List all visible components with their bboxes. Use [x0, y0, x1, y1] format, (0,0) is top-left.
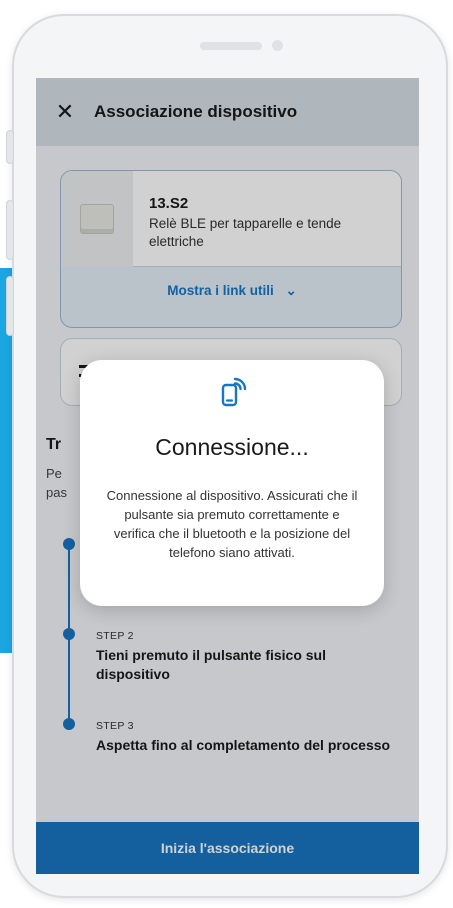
dialog-title: Connessione...	[155, 434, 309, 460]
chevron-down-icon: ⌄	[285, 283, 297, 298]
product-image	[61, 171, 133, 267]
phone-side-button	[6, 276, 14, 336]
app-screen: ✕ Associazione dispositivo 13.S2 Relè BL…	[36, 78, 419, 874]
start-pairing-button[interactable]: Inizia l'associazione	[36, 822, 419, 874]
close-icon[interactable]: ✕	[54, 99, 76, 124]
connection-dialog: Connessione... Connessione al dispositiv…	[80, 360, 384, 606]
app-bar: ✕ Associazione dispositivo	[36, 78, 419, 146]
phone-side-button	[6, 130, 14, 164]
step-3-dot	[63, 718, 75, 730]
step-3-label: STEP 3	[96, 720, 134, 732]
show-links-button[interactable]: Mostra i link utili ⌄	[61, 283, 401, 299]
product-description: Relè BLE per tapparelle e tende elettric…	[149, 216, 342, 249]
product-name: 13.S2	[149, 195, 189, 212]
step-2-text: Tieni premuto il pulsante fisico sul dis…	[96, 647, 327, 682]
phone-side-button	[6, 200, 14, 260]
dialog-message: Connessione al dispositivo. Assicurati c…	[106, 488, 358, 560]
step-3-text: Aspetta fino al completamento del proces…	[96, 737, 391, 753]
phone-bluetooth-icon	[221, 377, 247, 407]
product-card: 13.S2 Relè BLE per tapparelle e tende el…	[60, 170, 402, 328]
show-links-label: Mostra i link utili	[167, 283, 274, 298]
instructions-title: Tr	[46, 436, 62, 453]
step-2-label: STEP 2	[96, 630, 134, 642]
phone-camera	[272, 40, 283, 51]
start-pairing-label: Inizia l'associazione	[160, 840, 295, 856]
relay-device-icon	[80, 204, 114, 234]
step-1-dot	[63, 538, 75, 550]
step-2-dot	[63, 628, 75, 640]
product-header: 13.S2 Relè BLE per tapparelle e tende el…	[61, 171, 401, 267]
page-title: Associazione dispositivo	[94, 102, 298, 121]
phone-speaker	[200, 42, 262, 50]
